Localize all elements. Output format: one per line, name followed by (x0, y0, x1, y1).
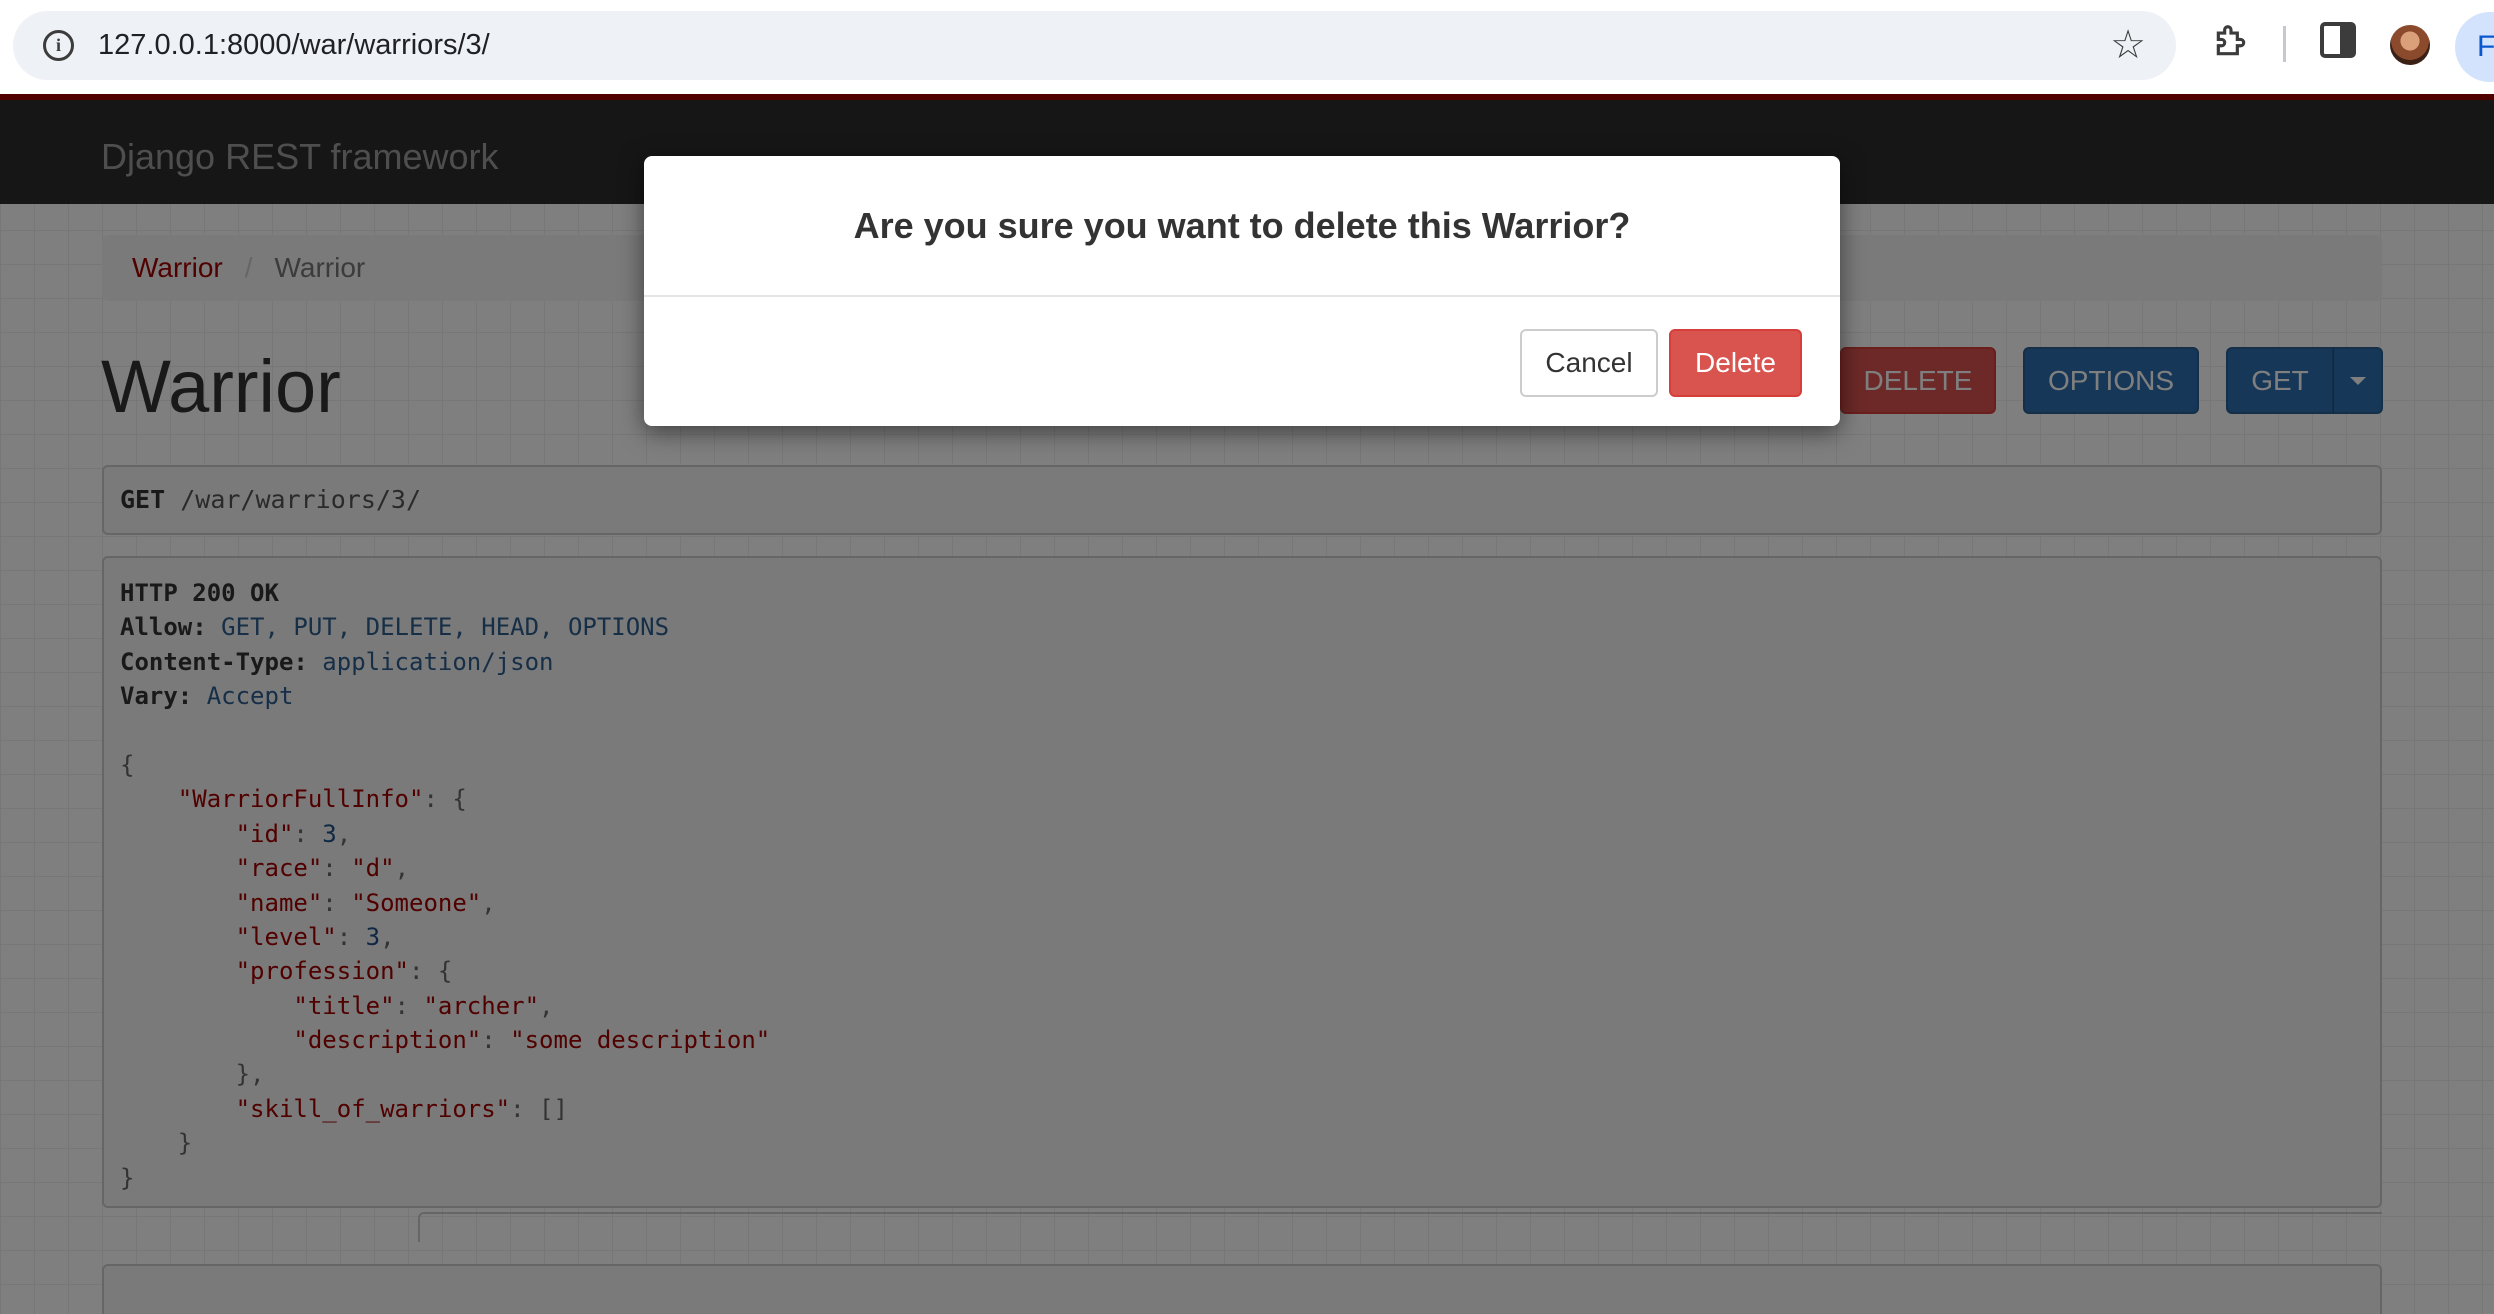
browser-toolbar: i 127.0.0.1:8000/war/warriors/3/ ☆ F (0, 0, 2494, 94)
site-info-icon[interactable]: i (43, 30, 74, 61)
profile-button[interactable]: F (2455, 12, 2494, 82)
bookmark-star-icon[interactable]: ☆ (2110, 24, 2146, 66)
delete-confirm-modal: Are you sure you want to delete this War… (644, 156, 1840, 426)
toolbar-separator (2283, 26, 2286, 62)
modal-header: Are you sure you want to delete this War… (644, 156, 1840, 297)
extensions-icon[interactable] (2212, 22, 2250, 60)
address-bar[interactable]: i 127.0.0.1:8000/war/warriors/3/ ☆ (13, 11, 2176, 80)
cancel-button[interactable]: Cancel (1520, 329, 1658, 397)
avatar[interactable] (2390, 25, 2430, 65)
side-panel-icon[interactable] (2320, 22, 2356, 58)
url-text[interactable]: 127.0.0.1:8000/war/warriors/3/ (98, 30, 490, 61)
confirm-delete-button[interactable]: Delete (1669, 329, 1802, 397)
modal-title: Are you sure you want to delete this War… (853, 204, 1631, 246)
